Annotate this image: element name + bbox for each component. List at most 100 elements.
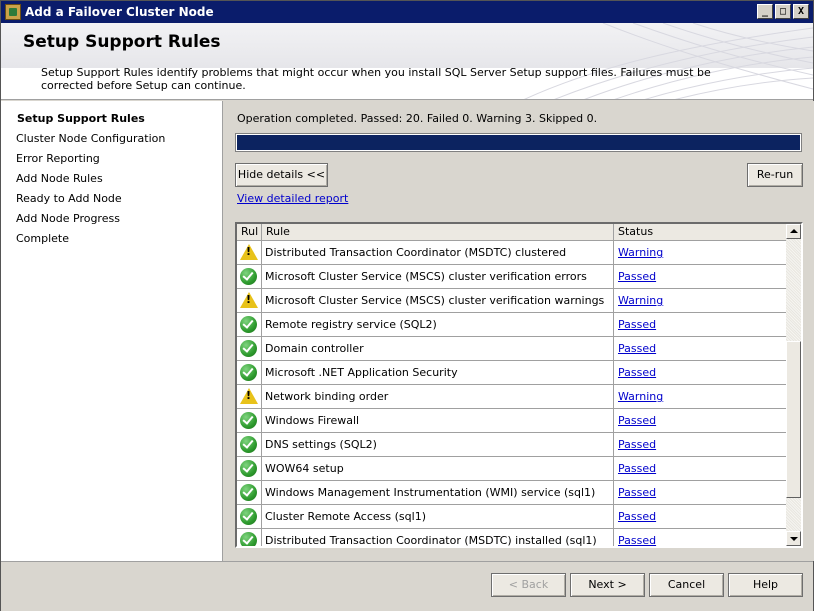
rule-status-link[interactable]: Passed [618, 342, 656, 355]
rule-status-cell: Passed [614, 337, 786, 360]
rule-status-link[interactable]: Passed [618, 486, 656, 499]
cancel-button[interactable]: Cancel [649, 573, 724, 597]
rule-status-link[interactable]: Passed [618, 414, 656, 427]
view-detailed-report-link[interactable]: View detailed report [237, 192, 348, 205]
rule-status-link[interactable]: Warning [618, 246, 663, 259]
table-row[interactable]: Domain controller Passed [237, 337, 786, 361]
rule-name: Microsoft Cluster Service (MSCS) cluster… [262, 265, 614, 288]
grid-vertical-scrollbar[interactable] [786, 224, 801, 546]
rule-status-link[interactable]: Passed [618, 318, 656, 331]
scroll-up-button[interactable] [786, 224, 801, 239]
scroll-thumb[interactable] [786, 341, 801, 498]
rule-name: Distributed Transaction Coordinator (MSD… [262, 241, 614, 264]
table-row[interactable]: Microsoft Cluster Service (MSCS) cluster… [237, 289, 786, 313]
nav-item-add-node-rules[interactable]: Add Node Rules [16, 172, 103, 185]
warning-icon [240, 244, 258, 260]
rule-name: Domain controller [262, 337, 614, 360]
rule-status-icon-cell [237, 481, 262, 504]
rule-status-cell: Warning [614, 385, 786, 408]
rule-status-icon-cell [237, 265, 262, 288]
rule-status-cell: Passed [614, 409, 786, 432]
title-bar[interactable]: Add a Failover Cluster Node _ □ X [1, 1, 813, 23]
nav-item-complete[interactable]: Complete [16, 232, 69, 245]
rule-status-link[interactable]: Warning [618, 390, 663, 403]
rule-status-icon-cell [237, 361, 262, 384]
maximize-button[interactable]: □ [775, 4, 791, 19]
nav-item-ready-to-add-node[interactable]: Ready to Add Node [16, 192, 122, 205]
rule-status-link[interactable]: Passed [618, 366, 656, 379]
rule-status-cell: Passed [614, 265, 786, 288]
passed-check-icon [240, 436, 257, 453]
page-header: Setup Support Rules Setup Support Rules … [1, 23, 813, 100]
rules-grid-body: Rul Rule Status Distributed Transaction … [237, 224, 786, 546]
table-row[interactable]: Windows Firewall Passed [237, 409, 786, 433]
rule-status-cell: Passed [614, 457, 786, 480]
table-row[interactable]: DNS settings (SQL2) Passed [237, 433, 786, 457]
nav-item-add-node-progress[interactable]: Add Node Progress [16, 212, 120, 225]
passed-check-icon [240, 412, 257, 429]
rule-status-cell: Passed [614, 433, 786, 456]
table-row[interactable]: Microsoft Cluster Service (MSCS) cluster… [237, 265, 786, 289]
minimize-button[interactable]: _ [757, 4, 773, 19]
nav-item-cluster-node-configuration[interactable]: Cluster Node Configuration [16, 132, 165, 145]
rule-status-link[interactable]: Passed [618, 438, 656, 451]
rule-name: Microsoft .NET Application Security [262, 361, 614, 384]
rule-name: Windows Firewall [262, 409, 614, 432]
close-button[interactable]: X [793, 4, 809, 19]
page-title: Setup Support Rules [23, 32, 221, 52]
passed-check-icon [240, 364, 257, 381]
table-row[interactable]: Distributed Transaction Coordinator (MSD… [237, 529, 786, 546]
wizard-footer: < Back Next > Cancel Help [1, 561, 813, 611]
help-button[interactable]: Help [728, 573, 803, 597]
rule-status-cell: Passed [614, 505, 786, 528]
nav-item-setup-support-rules[interactable]: Setup Support Rules [17, 112, 145, 125]
nav-item-error-reporting[interactable]: Error Reporting [16, 152, 100, 165]
rule-status-icon-cell [237, 505, 262, 528]
rule-status-icon-cell [237, 241, 262, 264]
hide-details-button[interactable]: Hide details << [235, 163, 328, 187]
page-description: Setup Support Rules identify problems th… [41, 66, 711, 92]
rule-status-icon-cell [237, 313, 262, 336]
passed-check-icon [240, 460, 257, 477]
table-row[interactable]: Microsoft .NET Application Security Passe… [237, 361, 786, 385]
progress-fill [237, 135, 800, 150]
rule-status-link[interactable]: Warning [618, 294, 663, 307]
column-header-status[interactable]: Status [614, 224, 786, 241]
rule-status-link[interactable]: Passed [618, 462, 656, 475]
rule-status-cell: Passed [614, 361, 786, 384]
rules-grid: Rul Rule Status Distributed Transaction … [235, 222, 803, 548]
rerun-button[interactable]: Re-run [747, 163, 803, 187]
rule-status-link[interactable]: Passed [618, 270, 656, 283]
rule-status-link[interactable]: Passed [618, 510, 656, 523]
main-panel: Operation completed. Passed: 20. Failed … [224, 101, 814, 561]
rule-status-icon-cell [237, 409, 262, 432]
operation-status-text: Operation completed. Passed: 20. Failed … [237, 112, 598, 125]
rule-status-icon-cell [237, 289, 262, 312]
rule-name: Remote registry service (SQL2) [262, 313, 614, 336]
table-row[interactable]: Windows Management Instrumentation (WMI)… [237, 481, 786, 505]
rule-status-icon-cell [237, 529, 262, 546]
passed-check-icon [240, 508, 257, 525]
table-row[interactable]: Remote registry service (SQL2) Passed [237, 313, 786, 337]
table-row[interactable]: Network binding order Warning [237, 385, 786, 409]
rule-status-link[interactable]: Passed [618, 534, 656, 546]
rule-name: Network binding order [262, 385, 614, 408]
setup-window: Add a Failover Cluster Node _ □ X Setup … [0, 0, 814, 611]
scroll-down-button[interactable] [786, 531, 801, 546]
window-controls: _ □ X [757, 4, 809, 19]
rule-status-icon-cell [237, 457, 262, 480]
column-header-icon[interactable]: Rul [237, 224, 262, 241]
scroll-down-arrow-icon [790, 537, 798, 541]
grid-header: Rul Rule Status [237, 224, 786, 241]
next-button[interactable]: Next > [570, 573, 645, 597]
back-button[interactable]: < Back [491, 573, 566, 597]
rule-name: WOW64 setup [262, 457, 614, 480]
rule-status-cell: Warning [614, 289, 786, 312]
warning-icon [240, 292, 258, 308]
column-header-rule[interactable]: Rule [262, 224, 614, 241]
table-row[interactable]: Cluster Remote Access (sql1) Passed [237, 505, 786, 529]
passed-check-icon [240, 316, 257, 333]
warning-icon [240, 388, 258, 404]
table-row[interactable]: WOW64 setup Passed [237, 457, 786, 481]
table-row[interactable]: Distributed Transaction Coordinator (MSD… [237, 241, 786, 265]
